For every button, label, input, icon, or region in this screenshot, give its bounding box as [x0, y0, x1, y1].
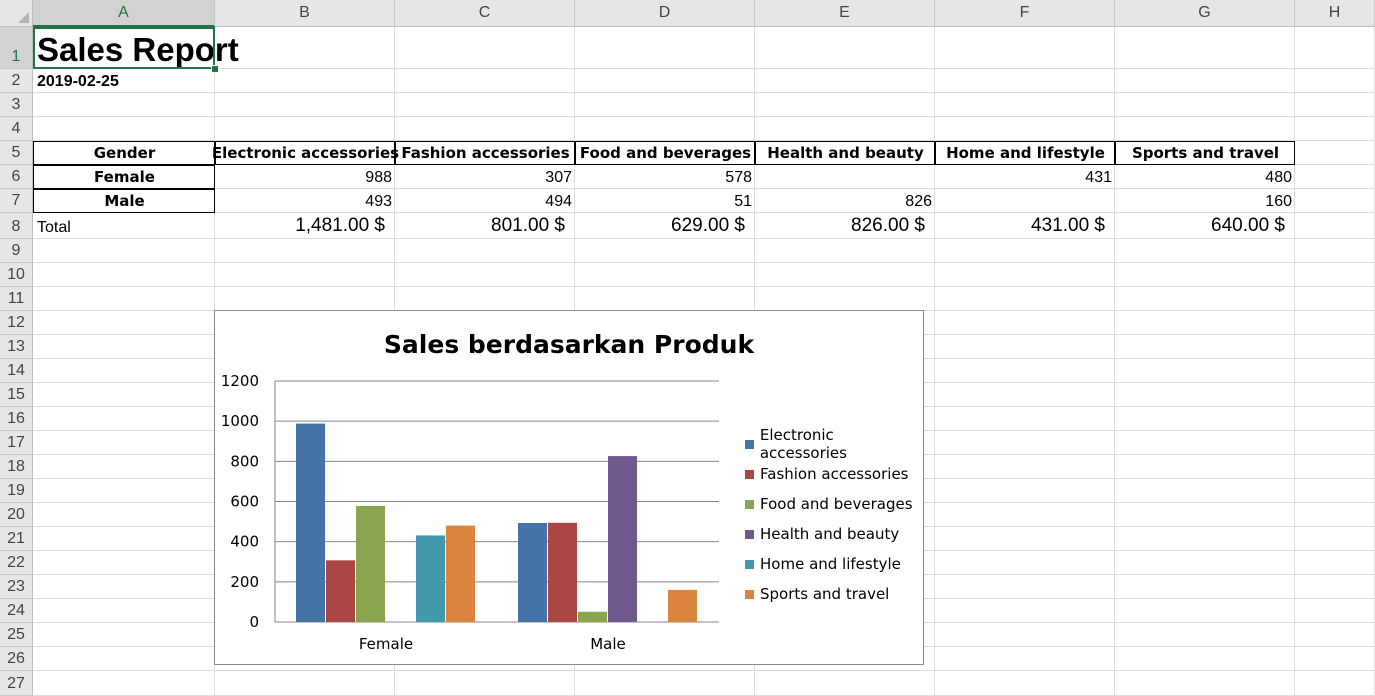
total-value[interactable]: 1,481.00 $ [215, 213, 395, 239]
bar-electronic-accessories [518, 522, 547, 622]
table-row-label[interactable]: Male [33, 189, 215, 213]
legend-item: Sports and travel [745, 579, 923, 609]
chart-legend: Electronic accessories Fashion accessorie… [745, 426, 923, 609]
y-tick-label: 1000 [221, 412, 259, 430]
table-cell-value[interactable]: 431 [935, 165, 1115, 189]
legend-item: Home and lifestyle [745, 549, 923, 579]
table-header-category[interactable]: Fashion accessories [395, 141, 575, 165]
legend-label: Food and beverages [760, 495, 913, 513]
table-cell-value[interactable]: 51 [575, 189, 755, 213]
table-cell-value[interactable]: 493 [215, 189, 395, 213]
table-cell-value[interactable] [935, 189, 1115, 213]
legend-label: Health and beauty [760, 525, 900, 543]
legend-label: Home and lifestyle [760, 555, 901, 573]
y-tick-label: 800 [230, 452, 259, 470]
table-cell-value[interactable] [755, 165, 935, 189]
table-header-category[interactable]: Sports and travel [1115, 141, 1295, 165]
active-cell-selection[interactable] [33, 27, 215, 69]
legend-item: Food and beverages [745, 489, 923, 519]
y-tick-label: 600 [230, 493, 259, 511]
bar-electronic-accessories [296, 423, 325, 622]
legend-item: Electronic accessories [745, 426, 923, 462]
bar-sports-and-travel [668, 589, 697, 622]
chart-title: Sales berdasarkan Produk [384, 330, 756, 359]
bar-home-and-lifestyle [416, 535, 445, 622]
legend-swatch [745, 499, 754, 509]
x-category-label: Female [359, 635, 413, 653]
table-cell-value[interactable]: 494 [395, 189, 575, 213]
fill-handle[interactable] [211, 65, 219, 73]
legend-swatch [745, 559, 754, 569]
y-tick-label: 1200 [221, 372, 259, 390]
table-cell-value[interactable]: 160 [1115, 189, 1295, 213]
table-header-category[interactable]: Electronic accessories [212, 141, 399, 165]
bar-fashion-accessories [326, 560, 355, 622]
report-date[interactable]: 2019-02-25 [33, 69, 215, 93]
total-value[interactable]: 826.00 $ [755, 213, 935, 239]
total-value[interactable]: 629.00 $ [575, 213, 755, 239]
table-row-label[interactable]: Female [33, 165, 215, 189]
legend-swatch [745, 589, 754, 599]
table-cell-value[interactable]: 988 [215, 165, 395, 189]
total-label[interactable]: Total [33, 213, 215, 239]
legend-swatch [745, 469, 754, 479]
legend-label: Electronic accessories [759, 426, 847, 462]
bar-food-and-beverages [578, 611, 607, 622]
legend-label: Fashion accessories [760, 465, 909, 483]
bar-health-and-beauty [608, 456, 637, 622]
bar-fashion-accessories [548, 522, 577, 622]
table-header-category[interactable]: Health and beauty [755, 141, 935, 165]
y-tick-label: 0 [249, 613, 259, 631]
legend-item: Health and beauty [745, 519, 923, 549]
legend-item: Fashion accessories [745, 459, 923, 489]
table-cell-value[interactable]: 480 [1115, 165, 1295, 189]
table-header-category[interactable]: Home and lifestyle [935, 141, 1115, 165]
table-header-category[interactable]: Food and beverages [575, 141, 755, 165]
table-header-gender[interactable]: Gender [33, 141, 215, 165]
legend-label: Sports and travel [760, 585, 890, 603]
x-category-label: Male [590, 635, 626, 653]
total-value[interactable]: 801.00 $ [395, 213, 575, 239]
legend-swatch [745, 439, 754, 449]
total-value[interactable]: 640.00 $ [1115, 213, 1295, 239]
total-value[interactable]: 431.00 $ [935, 213, 1115, 239]
y-tick-label: 400 [230, 533, 259, 551]
table-cell-value[interactable]: 826 [755, 189, 935, 213]
chart[interactable]: Sales berdasarkan Produk 0 200 400 600 800 100… [214, 310, 924, 665]
bar-food-and-beverages [356, 505, 385, 622]
table-cell-value[interactable]: 578 [575, 165, 755, 189]
y-tick-label: 200 [230, 573, 259, 591]
bar-sports-and-travel [446, 525, 475, 622]
legend-swatch [745, 529, 754, 539]
table-cell-value[interactable]: 307 [395, 165, 575, 189]
